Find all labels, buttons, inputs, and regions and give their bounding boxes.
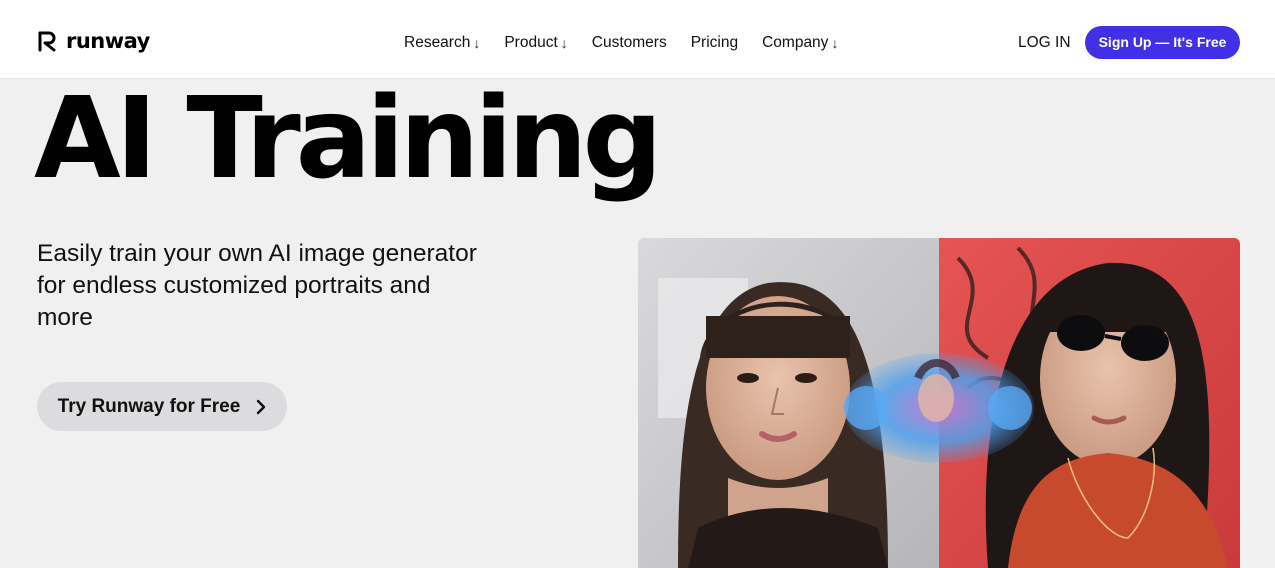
portrait-comparison-image [638,238,1240,568]
arrow-down-icon: ↓ [560,35,568,51]
chevron-right-icon [257,399,266,414]
runway-logo-icon [38,31,56,52]
nav-item-product[interactable]: Product ↓ [504,33,567,53]
page-title: AI Training [34,74,663,204]
arrow-down-icon: ↓ [473,35,481,51]
nav-item-company[interactable]: Company ↓ [762,33,838,53]
top-navigation-bar: runway Research ↓ Product ↓ Customers Pr… [0,0,1275,79]
nav-item-label: Customers [591,34,667,51]
hero-subtitle: Easily train your own AI image generator… [37,240,477,331]
arrow-down-icon: ↓ [831,35,839,51]
signup-button[interactable]: Sign Up — It's Free [1085,26,1240,59]
hero-portrait-image [638,238,1240,568]
try-runway-button[interactable]: Try Runway for Free [37,382,287,431]
nav-item-research[interactable]: Research ↓ [404,33,480,53]
brand-name: runway [66,29,150,53]
login-link[interactable]: LOG IN [1018,33,1071,53]
nav-item-label: Product [504,34,558,51]
nav-item-pricing[interactable]: Pricing [691,33,738,53]
nav-item-label: Pricing [690,34,739,51]
nav-item-customers[interactable]: Customers [592,33,667,53]
nav-item-label: Company [762,34,829,51]
main-nav: Research ↓ Product ↓ Customers Pricing C… [404,33,838,53]
cta-label: Try Runway for Free [57,395,241,417]
nav-item-label: Research [404,34,471,51]
runway-logo[interactable]: runway [36,29,150,53]
